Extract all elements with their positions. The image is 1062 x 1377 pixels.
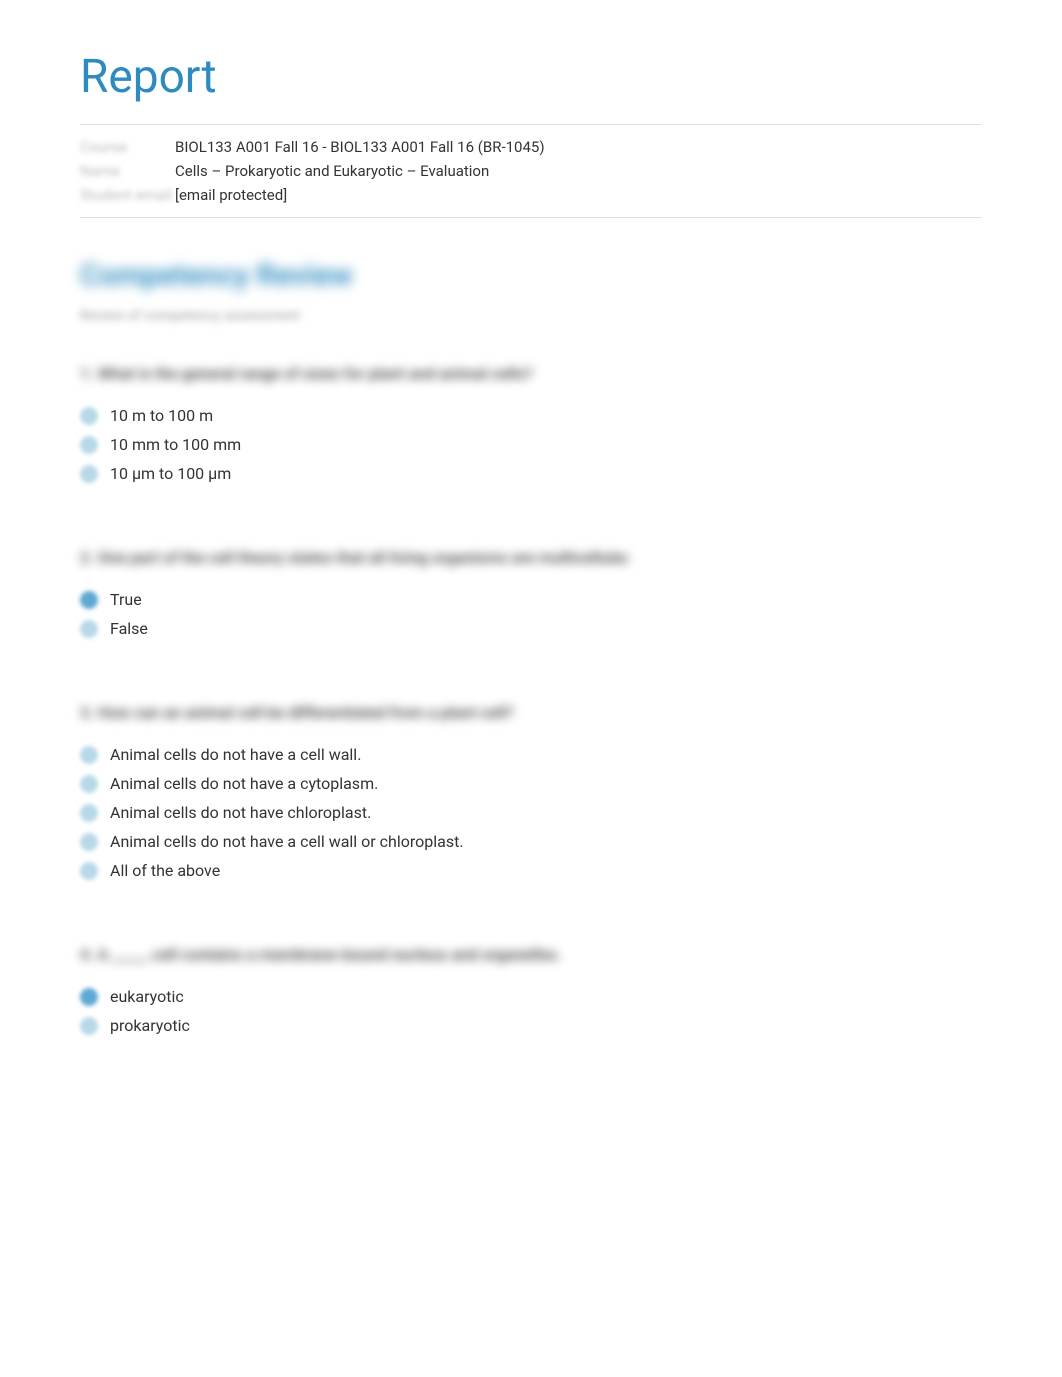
radio-icon <box>80 833 98 851</box>
option-label: eukaryotic <box>110 987 184 1006</box>
option-row[interactable]: Animal cells do not have a cell wall or … <box>80 827 982 856</box>
question-prompt: 4. A _____ cell contains a membrane-boun… <box>80 945 982 964</box>
radio-icon <box>80 988 98 1006</box>
question-block-4: 4. A _____ cell contains a membrane-boun… <box>80 945 982 1040</box>
meta-row-course: Course BIOL133 A001 Fall 16 - BIOL133 A0… <box>80 135 982 159</box>
radio-icon <box>80 620 98 638</box>
option-row[interactable]: prokaryotic <box>80 1011 982 1040</box>
option-row[interactable]: False <box>80 614 982 643</box>
option-label: 10 µm to 100 µm <box>110 464 231 483</box>
meta-label: Name <box>80 162 175 180</box>
meta-row-email: Student email [email protected] <box>80 183 982 207</box>
option-row[interactable]: All of the above <box>80 856 982 885</box>
radio-icon <box>80 775 98 793</box>
radio-icon <box>80 746 98 764</box>
option-label: 10 mm to 100 mm <box>110 435 241 454</box>
option-label: prokaryotic <box>110 1016 190 1035</box>
radio-icon <box>80 407 98 425</box>
radio-icon <box>80 862 98 880</box>
radio-icon <box>80 436 98 454</box>
question-prompt: 1. What is the general range of sizes fo… <box>80 364 982 383</box>
question-prompt: 2. One part of the cell theory states th… <box>80 548 982 567</box>
option-row[interactable]: 10 m to 100 m <box>80 401 982 430</box>
option-label: True <box>110 590 142 609</box>
meta-value: Cells – Prokaryotic and Eukaryotic – Eva… <box>175 162 489 180</box>
meta-value: [email protected] <box>175 186 287 204</box>
option-label: False <box>110 619 148 638</box>
question-block-3: 3. How can an animal cell be differentia… <box>80 703 982 885</box>
section-heading: Competency Review <box>80 258 982 293</box>
meta-row-name: Name Cells – Prokaryotic and Eukaryotic … <box>80 159 982 183</box>
meta-label: Course <box>80 138 175 156</box>
question-block-2: 2. One part of the cell theory states th… <box>80 548 982 643</box>
option-row[interactable]: Animal cells do not have chloroplast. <box>80 798 982 827</box>
option-label: All of the above <box>110 861 220 880</box>
radio-icon <box>80 1017 98 1035</box>
radio-icon <box>80 591 98 609</box>
option-row[interactable]: Animal cells do not have a cytoplasm. <box>80 769 982 798</box>
meta-label: Student email <box>80 186 175 204</box>
section-subtext: Review of competency assessment <box>80 308 982 324</box>
option-row[interactable]: 10 µm to 100 µm <box>80 459 982 488</box>
option-row[interactable]: 10 mm to 100 mm <box>80 430 982 459</box>
option-label: Animal cells do not have a cytoplasm. <box>110 774 378 793</box>
option-label: Animal cells do not have a cell wall or … <box>110 832 464 851</box>
question-block-1: 1. What is the general range of sizes fo… <box>80 364 982 488</box>
option-label: 10 m to 100 m <box>110 406 213 425</box>
meta-section: Course BIOL133 A001 Fall 16 - BIOL133 A0… <box>80 124 982 218</box>
radio-icon <box>80 804 98 822</box>
radio-icon <box>80 465 98 483</box>
page-title: Report <box>80 50 982 104</box>
option-label: Animal cells do not have chloroplast. <box>110 803 371 822</box>
option-row[interactable]: True <box>80 585 982 614</box>
question-prompt: 3. How can an animal cell be differentia… <box>80 703 982 722</box>
option-row[interactable]: eukaryotic <box>80 982 982 1011</box>
option-row[interactable]: Animal cells do not have a cell wall. <box>80 740 982 769</box>
option-label: Animal cells do not have a cell wall. <box>110 745 361 764</box>
meta-value: BIOL133 A001 Fall 16 - BIOL133 A001 Fall… <box>175 138 545 156</box>
